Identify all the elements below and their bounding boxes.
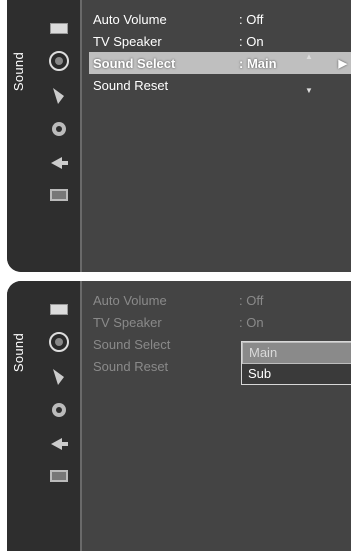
sound-select-dropdown: Main Sub	[241, 341, 351, 385]
menu-item-tv-speaker[interactable]: TV Speaker : On	[89, 30, 351, 52]
option-main[interactable]: Main	[242, 342, 351, 364]
menu-item-auto-volume[interactable]: Auto Volume : Off	[89, 8, 351, 30]
channel-icon[interactable]	[48, 84, 70, 106]
up-arrow-icon: ▲	[305, 52, 313, 61]
picture-icon[interactable]	[48, 301, 70, 319]
menu-sidebar: Sound	[7, 281, 82, 551]
application-icon[interactable]	[48, 467, 70, 485]
sidebar-title: Sound	[10, 333, 26, 373]
sound-menu-list: Auto Volume : Off TV Speaker : On Sound …	[89, 8, 351, 96]
input-icon[interactable]	[48, 152, 70, 174]
channel-icon[interactable]	[48, 365, 70, 387]
setup-icon[interactable]	[48, 118, 70, 140]
sound-menu-screen-2: Sound Auto Volume : Off TV Speaker : On …	[7, 281, 351, 551]
application-icon[interactable]	[48, 186, 70, 204]
menu-sidebar: Sound	[7, 0, 82, 272]
down-arrow-icon: ▼	[305, 86, 313, 95]
sound-menu-screen-1: Sound Auto Volume : Off TV Speaker : On …	[7, 0, 351, 272]
sound-icon[interactable]	[48, 50, 70, 72]
input-icon[interactable]	[48, 433, 70, 455]
menu-item-tv-speaker[interactable]: TV Speaker : On	[89, 311, 351, 333]
sidebar-title: Sound	[10, 52, 26, 92]
picture-icon[interactable]	[48, 20, 70, 38]
submenu-arrow-icon: ▶	[338, 57, 347, 70]
setup-icon[interactable]	[48, 399, 70, 421]
option-sub[interactable]: Sub	[242, 364, 351, 384]
sound-icon[interactable]	[48, 331, 70, 353]
menu-item-auto-volume[interactable]: Auto Volume : Off	[89, 289, 351, 311]
